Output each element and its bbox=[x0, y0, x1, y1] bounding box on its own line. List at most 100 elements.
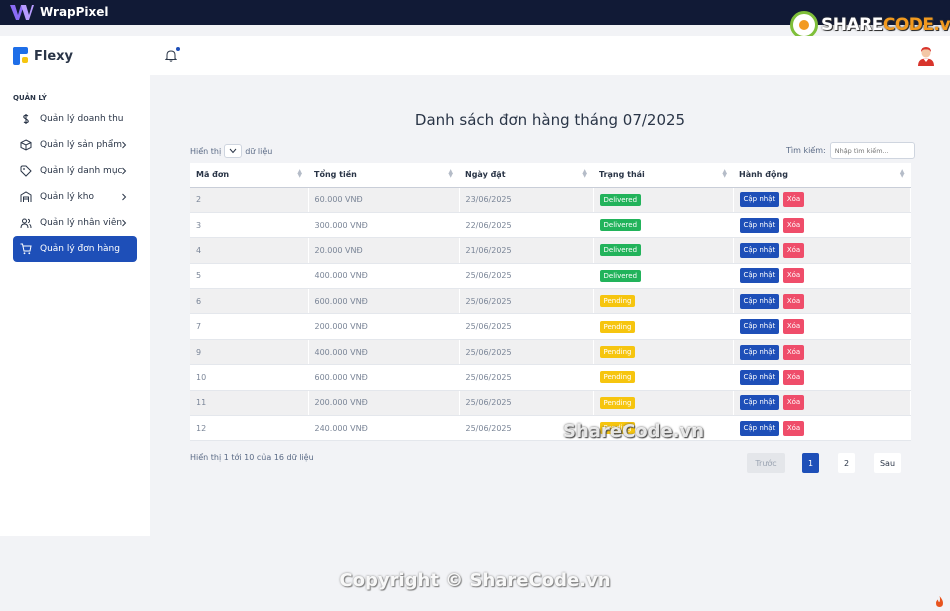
cell-actions: Cập nhật Xóa bbox=[733, 339, 911, 366]
status-badge: Pending bbox=[599, 371, 636, 384]
cell-order-id: 6 bbox=[190, 288, 309, 315]
table-row: 4 20.000 VNĐ 21/06/2025 Delivered Cập nhật X… bbox=[190, 237, 911, 264]
table-row: 7 200.000 VNĐ 25/06/2025 Pending Cập nhật Xó… bbox=[190, 313, 911, 340]
tag-icon bbox=[20, 165, 32, 177]
avatar[interactable] bbox=[917, 46, 935, 66]
column-header-date[interactable]: Ngày đặt ▲ ▼ bbox=[459, 163, 593, 188]
cell-order-id: 5 bbox=[190, 263, 309, 290]
cell-date: 25/06/2025 bbox=[459, 364, 594, 391]
page-length-control: Hiển thị dữ liệu bbox=[190, 144, 272, 158]
delete-button[interactable]: Xóa bbox=[782, 268, 805, 284]
cell-total: 300.000 VNĐ bbox=[308, 212, 460, 239]
sidebar-item-label: Quản lý nhân viên bbox=[40, 218, 123, 228]
cell-order-id: 9 bbox=[190, 339, 309, 366]
sidebar: Flexy QUẢN LÝ Quản lý doanh thu Quản lý … bbox=[0, 36, 150, 536]
cell-date: 25/06/2025 bbox=[459, 313, 594, 340]
delete-button[interactable]: Xóa bbox=[782, 242, 805, 258]
update-button[interactable]: Cập nhật bbox=[739, 319, 780, 335]
sidebar-item-categories[interactable]: Quản lý danh mục bbox=[13, 158, 137, 184]
status-badge: Delivered bbox=[599, 269, 642, 282]
cell-date: 22/06/2025 bbox=[459, 212, 594, 239]
cell-status: Pending bbox=[593, 339, 734, 366]
column-header-status[interactable]: Trạng thái ▲ ▼ bbox=[593, 163, 733, 188]
delete-button[interactable]: Xóa bbox=[782, 369, 805, 385]
sidebar-item-orders[interactable]: Quản lý đơn hàng bbox=[13, 236, 137, 262]
cell-date: 21/06/2025 bbox=[459, 237, 594, 264]
cell-date: 25/06/2025 bbox=[459, 288, 594, 315]
cell-order-id: 10 bbox=[190, 364, 309, 391]
table-row: 12 240.000 VNĐ 25/06/2025 Pending Cập nhật X… bbox=[190, 415, 911, 442]
cell-total: 200.000 VNĐ bbox=[308, 313, 460, 340]
status-badge: Pending bbox=[599, 295, 636, 308]
page-length-select[interactable] bbox=[224, 144, 243, 158]
update-button[interactable]: Cập nhật bbox=[739, 268, 780, 284]
cell-actions: Cập nhật Xóa bbox=[733, 415, 911, 442]
update-button[interactable]: Cập nhật bbox=[739, 217, 780, 233]
chevron-down-icon bbox=[229, 148, 237, 154]
delete-button[interactable]: Xóa bbox=[782, 344, 805, 360]
sidebar-item-warehouse[interactable]: Quản lý kho bbox=[13, 184, 137, 210]
cell-date: 25/06/2025 bbox=[459, 339, 594, 366]
sidebar-section-label: QUẢN LÝ bbox=[13, 94, 47, 102]
sidebar-item-employees[interactable]: Quản lý nhân viên bbox=[13, 210, 137, 236]
sidebar-item-label: Quản lý doanh thu bbox=[40, 114, 124, 124]
brand[interactable]: Flexy bbox=[13, 47, 73, 65]
delete-button[interactable]: Xóa bbox=[782, 217, 805, 233]
users-icon bbox=[20, 217, 32, 229]
table-header-row: Mã đơn ▲ ▼ Tổng tiền ▲ ▼ Ngày đặt ▲ ▼ Trạng th… bbox=[190, 163, 911, 188]
cell-actions: Cập nhật Xóa bbox=[733, 187, 911, 213]
pagination-page-2[interactable]: 2 bbox=[838, 453, 855, 473]
cell-total: 400.000 VNĐ bbox=[308, 339, 460, 366]
status-badge: Pending bbox=[599, 396, 636, 409]
update-button[interactable]: Cập nhật bbox=[739, 242, 780, 258]
cell-date: 25/06/2025 bbox=[459, 390, 594, 417]
column-header-total[interactable]: Tổng tiền ▲ ▼ bbox=[308, 163, 459, 188]
column-header-actions[interactable]: Hành động ▲ ▼ bbox=[733, 163, 911, 188]
update-button[interactable]: Cập nhật bbox=[739, 395, 780, 411]
sidebar-item-products[interactable]: Quản lý sản phẩm bbox=[13, 132, 137, 158]
delete-button[interactable]: Xóa bbox=[782, 395, 805, 411]
sort-icon: ▲ ▼ bbox=[899, 168, 905, 179]
cell-status: Pending bbox=[593, 390, 734, 417]
watermark-text: ShareCode.vn bbox=[563, 421, 705, 442]
delete-button[interactable]: Xóa bbox=[782, 293, 805, 309]
search-input[interactable] bbox=[829, 142, 915, 159]
pagination-prev-button[interactable]: Trước bbox=[747, 453, 785, 473]
show-prefix: Hiển thị bbox=[190, 146, 222, 156]
cell-total: 20.000 VNĐ bbox=[308, 237, 460, 264]
update-button[interactable]: Cập nhật bbox=[739, 420, 780, 436]
cell-total: 60.000 VNĐ bbox=[308, 187, 460, 213]
update-button[interactable]: Cập nhật bbox=[739, 369, 780, 385]
cell-actions: Cập nhật Xóa bbox=[733, 237, 911, 264]
cell-date: 25/06/2025 bbox=[459, 263, 594, 290]
notification-dot bbox=[176, 47, 180, 51]
delete-button[interactable]: Xóa bbox=[782, 319, 805, 335]
cell-actions: Cập nhật Xóa bbox=[733, 364, 911, 391]
table-row: 11 200.000 VNĐ 25/06/2025 Pending Cập nhật X… bbox=[190, 390, 911, 417]
status-badge: Delivered bbox=[599, 244, 642, 257]
cell-total: 400.000 VNĐ bbox=[308, 263, 460, 290]
sidebar-item-revenue[interactable]: Quản lý doanh thu bbox=[13, 106, 137, 132]
table-row: 5 400.000 VNĐ 25/06/2025 Delivered Cập nhật … bbox=[190, 263, 911, 290]
cell-actions: Cập nhật Xóa bbox=[733, 313, 911, 340]
sharecode-logo-text-2: CODE.vn bbox=[882, 15, 950, 35]
cell-order-id: 3 bbox=[190, 212, 309, 239]
delete-button[interactable]: Xóa bbox=[782, 192, 805, 208]
pagination-next-button[interactable]: Sau bbox=[874, 453, 901, 473]
column-header-id[interactable]: Mã đơn ▲ ▼ bbox=[190, 163, 308, 188]
sharecode-logo-text-1: SHARE bbox=[821, 15, 883, 35]
cell-order-id: 11 bbox=[190, 390, 309, 417]
pagination-page-1[interactable]: 1 bbox=[802, 453, 819, 473]
cell-actions: Cập nhật Xóa bbox=[733, 263, 911, 290]
table-row: 6 600.000 VNĐ 25/06/2025 Pending Cập nhật Xó… bbox=[190, 288, 911, 315]
bell-icon[interactable] bbox=[165, 49, 177, 62]
cell-status: Delivered bbox=[593, 263, 734, 290]
delete-button[interactable]: Xóa bbox=[782, 420, 805, 436]
table-info: Hiển thị 1 tới 10 của 16 dữ liệu bbox=[190, 453, 314, 462]
table-body: 2 60.000 VNĐ 23/06/2025 Delivered Cập nhật X… bbox=[190, 187, 911, 442]
update-button[interactable]: Cập nhật bbox=[739, 293, 780, 309]
flame-icon bbox=[936, 596, 943, 607]
update-button[interactable]: Cập nhật bbox=[739, 344, 780, 360]
sort-icon: ▲ ▼ bbox=[722, 168, 727, 179]
update-button[interactable]: Cập nhật bbox=[739, 192, 780, 208]
